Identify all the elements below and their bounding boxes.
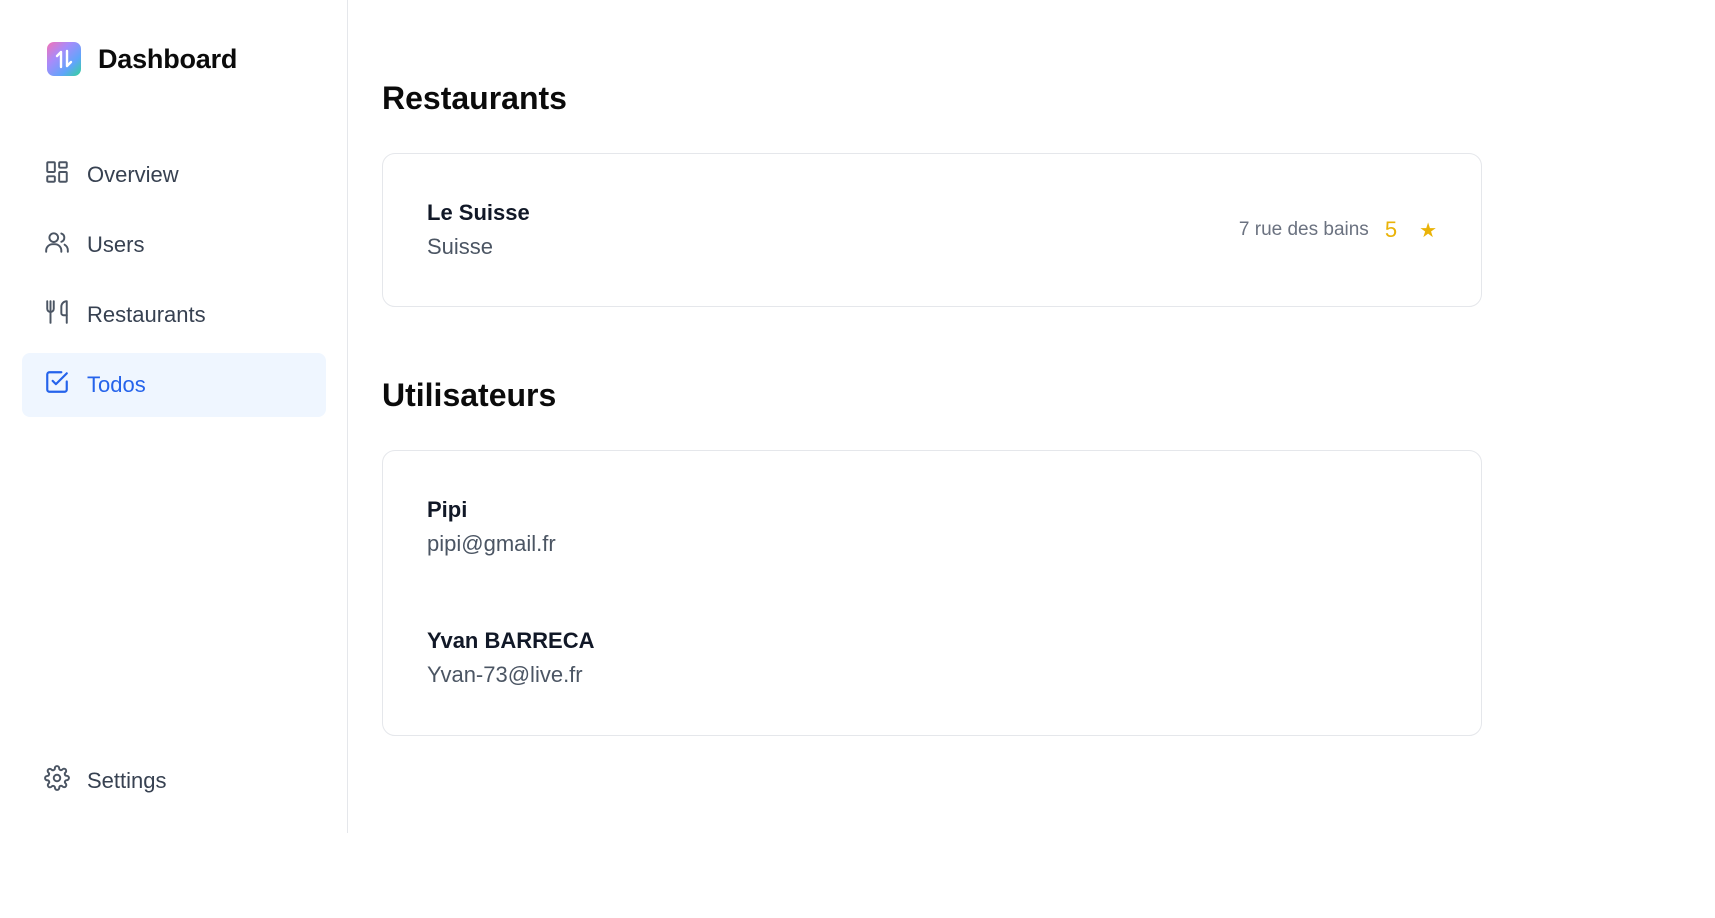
overview-grid-icon: [44, 159, 70, 191]
users-section-title: Utilisateurs: [382, 377, 557, 413]
checkbox-icon: [44, 369, 70, 401]
sidebar-item-label: Users: [87, 232, 145, 257]
sidebar-item-restaurants[interactable]: Restaurants: [22, 283, 326, 347]
sidebar-item-overview[interactable]: Overview: [22, 143, 326, 207]
user-email: Yvan-73@live.fr: [427, 662, 583, 687]
sidebar-item-label: Todos: [87, 372, 146, 397]
users-icon: [44, 229, 70, 261]
restaurant-rating: 5: [1384, 217, 1398, 242]
dashboard-logo-icon: [47, 42, 81, 76]
app-root: Dashboard Overview Users Restaurants Tod…: [0, 0, 1715, 918]
restaurant-address: 7 rue des bains: [1238, 219, 1369, 240]
user-name: Yvan BARRECA: [427, 628, 595, 653]
list-item[interactable]: Yvan BARRECA Yvan-73@live.fr: [427, 628, 1437, 688]
restaurant-name: Le Suisse: [427, 200, 530, 225]
restaurant-info: Le Suisse Suisse: [427, 200, 530, 260]
fork-knife-icon: [44, 299, 70, 331]
restaurants-section-title: Restaurants: [382, 80, 567, 116]
sidebar-item-label: Overview: [87, 162, 179, 187]
sidebar-nav: Overview Users Restaurants Todos: [22, 143, 326, 423]
sidebar: Dashboard Overview Users Restaurants Tod…: [0, 0, 348, 833]
sidebar-bottom: Settings: [22, 749, 326, 819]
user-name: Pipi: [427, 497, 468, 522]
list-item[interactable]: Pipi pipi@gmail.fr: [427, 497, 1437, 557]
sidebar-item-settings[interactable]: Settings: [22, 749, 326, 813]
user-email: pipi@gmail.fr: [427, 531, 556, 556]
sidebar-item-users[interactable]: Users: [22, 213, 326, 277]
user-info: Yvan BARRECA Yvan-73@live.fr: [427, 628, 594, 688]
restaurants-card: Le Suisse Suisse 7 rue des bains 5 ★: [382, 153, 1482, 307]
sidebar-item-label: Restaurants: [87, 302, 206, 327]
app-title: Dashboard: [98, 43, 238, 74]
list-item[interactable]: Le Suisse Suisse 7 rue des bains 5 ★: [427, 200, 1437, 260]
restaurant-meta: 7 rue des bains 5 ★: [1239, 217, 1437, 243]
gear-icon: [44, 765, 70, 797]
users-card: Pipi pipi@gmail.fr Yvan BARRECA Yvan-73@…: [382, 450, 1482, 736]
star-icon: ★: [1419, 219, 1437, 242]
sidebar-item-label: Settings: [87, 768, 167, 793]
brand[interactable]: Dashboard: [47, 42, 237, 76]
sidebar-item-todos[interactable]: Todos: [22, 353, 326, 417]
restaurant-cuisine: Suisse: [427, 234, 494, 259]
user-info: Pipi pipi@gmail.fr: [427, 497, 556, 557]
